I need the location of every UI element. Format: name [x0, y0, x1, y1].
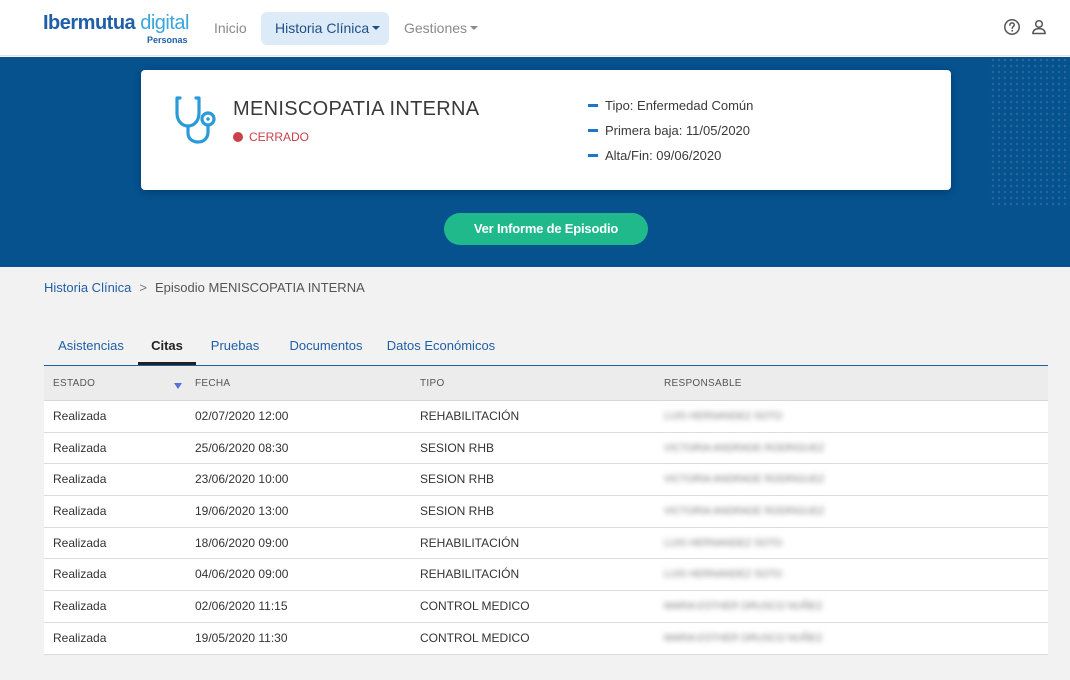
- cell-responsable: MARIA ESTHER ORUSCO NUÑEZ: [664, 632, 823, 644]
- nav-inicio[interactable]: Inicio: [200, 12, 261, 45]
- tab-citas[interactable]: Citas: [138, 332, 196, 365]
- cell-estado: Realizada: [53, 409, 107, 423]
- cell-tipo: REHABILITACIÓN: [420, 535, 520, 550]
- cell-tipo: CONTROL MEDICO: [420, 599, 530, 614]
- cell-responsable: MARIA ESTHER ORUSCO NUÑEZ: [664, 601, 823, 613]
- cell-fecha: 25/06/2020 08:30: [195, 440, 289, 455]
- table-row[interactable]: Realizada 25/06/2020 08:30 SESION RHB VI…: [44, 432, 1048, 465]
- cell-tipo: SESION RHB: [420, 472, 495, 487]
- nav-gestiones-label: Gestiones: [404, 20, 468, 36]
- nav-historia-label: Historia Clínica: [275, 20, 370, 36]
- column-header-responsable[interactable]: RESPONSABLE: [664, 366, 742, 401]
- cell-fecha: 02/07/2020 12:00: [195, 409, 289, 423]
- top-navbar: Ibermutua digital Personas Inicio Histor…: [0, 0, 1070, 56]
- breadcrumb-separator: >: [139, 280, 148, 295]
- logo-subtitle: Personas: [147, 35, 188, 45]
- dash-icon: [588, 129, 598, 132]
- detail-tipo-text: Tipo: Enfermedad Común: [605, 98, 754, 113]
- logo-part-1: Ibermutua: [43, 12, 136, 34]
- dash-icon: [588, 104, 598, 107]
- cell-estado: Realizada: [53, 599, 107, 614]
- episode-details: Tipo: Enfermedad Común Primera baja: 11/…: [588, 98, 753, 173]
- episode-header-band: MENISCOPATIA INTERNA CERRADO Tipo: Enfer…: [0, 57, 1070, 267]
- detail-alta-fin-text: Alta/Fin: 09/06/2020: [605, 148, 722, 163]
- cell-responsable: LUIS HERNANDEZ SOTO: [664, 569, 783, 581]
- table-row[interactable]: Realizada 02/07/2020 12:00 REHABILITACIÓ…: [44, 401, 1048, 433]
- detail-alta-fin: Alta/Fin: 09/06/2020: [588, 148, 753, 173]
- chevron-down-icon: [470, 26, 479, 31]
- cell-fecha: 19/05/2020 11:30: [195, 630, 288, 645]
- breadcrumb-historia-clinica[interactable]: Historia Clínica: [44, 280, 131, 295]
- cell-estado: Realizada: [53, 567, 107, 582]
- status-badge: CERRADO: [233, 130, 309, 144]
- breadcrumb-current: Episodio MENISCOPATIA INTERNA: [155, 280, 365, 295]
- status-label: CERRADO: [249, 130, 310, 144]
- cell-tipo: CONTROL MEDICO: [420, 630, 530, 645]
- table-row[interactable]: Realizada 04/06/2020 09:00 REHABILITACIÓ…: [44, 559, 1048, 592]
- table-row[interactable]: Realizada 19/05/2020 11:30 CONTROL MEDIC…: [44, 622, 1048, 655]
- cell-responsable: VICTORIA ANDRADE RODRIGUEZ: [664, 474, 825, 486]
- cell-estado: Realizada: [53, 440, 107, 455]
- cell-responsable: VICTORIA ANDRADE RODRIGUEZ: [664, 506, 825, 518]
- table-row[interactable]: Realizada 23/06/2020 10:00 SESION RHB VI…: [44, 464, 1048, 497]
- nav-gestiones[interactable]: Gestiones: [390, 12, 492, 45]
- detail-tipo: Tipo: Enfermedad Común: [588, 98, 753, 123]
- table-row[interactable]: Realizada 02/06/2020 11:15 CONTROL MEDIC…: [44, 591, 1048, 623]
- cell-fecha: 02/06/2020 11:15: [195, 599, 288, 614]
- nav-historia-clinica[interactable]: Historia Clínica: [261, 12, 389, 45]
- detail-primera-baja: Primera baja: 11/05/2020: [588, 123, 753, 148]
- logo-wordmark: Ibermutua digital: [43, 12, 189, 35]
- dash-icon: [588, 154, 598, 157]
- cell-tipo: REHABILITACIÓN: [420, 567, 520, 582]
- cell-estado: Realizada: [53, 535, 107, 550]
- ibermutua-logo[interactable]: Ibermutua digital Personas: [43, 12, 193, 46]
- table-row[interactable]: Realizada 18/06/2020 09:00 REHABILITACIÓ…: [44, 527, 1048, 560]
- logo-part-2: digital: [135, 12, 189, 34]
- cell-responsable: LUIS HERNANDEZ SOTO: [664, 411, 783, 422]
- ver-informe-button[interactable]: Ver Informe de Episodio: [444, 213, 648, 245]
- cell-responsable: LUIS HERNANDEZ SOTO: [664, 537, 783, 549]
- tab-asistencias[interactable]: Asistencias: [44, 332, 138, 365]
- tab-pruebas[interactable]: Pruebas: [196, 332, 274, 365]
- sort-down-icon[interactable]: [174, 383, 182, 389]
- detail-primera-baja-text: Primera baja: 11/05/2020: [605, 123, 751, 138]
- column-header-estado[interactable]: ESTADO: [53, 366, 95, 401]
- episode-card: MENISCOPATIA INTERNA CERRADO Tipo: Enfer…: [141, 70, 951, 190]
- cell-fecha: 19/06/2020 13:00: [195, 504, 289, 519]
- breadcrumb: Historia Clínica > Episodio MENISCOPATIA I…: [44, 280, 365, 295]
- cell-fecha: 23/06/2020 10:00: [195, 472, 289, 487]
- table-row[interactable]: Realizada 19/06/2020 13:00 SESION RHB VI…: [44, 496, 1048, 528]
- chevron-down-icon: [372, 26, 381, 31]
- cell-estado: Realizada: [53, 630, 107, 645]
- stethoscope-icon: [175, 96, 216, 144]
- user-icon[interactable]: [1030, 18, 1048, 36]
- cell-tipo: REHABILITACIÓN: [420, 409, 520, 423]
- help-circle-icon[interactable]: [1003, 18, 1021, 36]
- status-dot-icon: [233, 132, 243, 142]
- cell-tipo: SESION RHB: [420, 440, 495, 455]
- cell-tipo: SESION RHB: [420, 504, 495, 519]
- column-header-tipo[interactable]: TIPO: [420, 366, 445, 401]
- episode-tabs: Asistencias Citas Pruebas Documentos Dat…: [44, 332, 1048, 366]
- decorative-dot-pattern: [990, 57, 1070, 207]
- citas-table: ESTADO FECHA TIPO RESPONSABLE Realizada …: [44, 366, 1048, 655]
- cell-estado: Realizada: [53, 472, 107, 487]
- cell-fecha: 18/06/2020 09:00: [195, 535, 289, 550]
- cell-estado: Realizada: [53, 504, 107, 519]
- table-header: ESTADO FECHA TIPO RESPONSABLE: [44, 366, 1048, 401]
- tab-datos-economicos[interactable]: Datos Económicos: [378, 332, 504, 365]
- tab-documentos[interactable]: Documentos: [274, 332, 378, 365]
- cell-fecha: 04/06/2020 09:00: [195, 567, 289, 582]
- nav-inicio-label: Inicio: [214, 20, 247, 36]
- cell-responsable: VICTORIA ANDRADE RODRIGUEZ: [664, 442, 825, 454]
- column-header-fecha[interactable]: FECHA: [195, 366, 230, 401]
- episode-title: MENISCOPATIA INTERNA: [233, 98, 480, 120]
